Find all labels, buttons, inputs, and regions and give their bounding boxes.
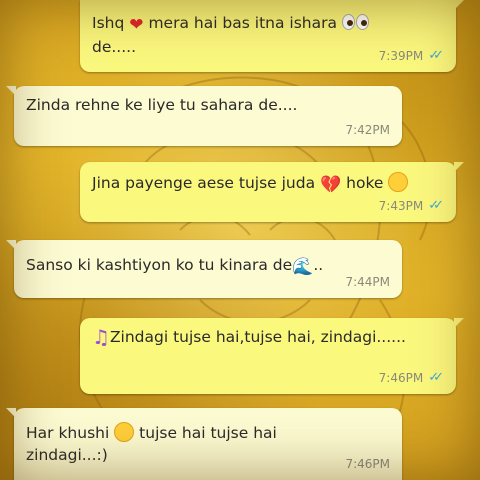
message-text: ♫Zindagi tujse hai,tujse hai, zindagi...… xyxy=(92,325,406,349)
message-text: Har khushi tujse hai tujse hai zindagi..… xyxy=(26,422,277,464)
message-time: 7:43PM xyxy=(378,199,424,213)
musical-notes-icon: ♫ xyxy=(92,325,110,349)
message-text: Sanso ki kashtiyon ko tu kinara de🌊.. xyxy=(26,256,324,277)
message-time: 7:39PM xyxy=(378,49,424,63)
relieved-face-icon xyxy=(114,422,135,442)
message-meta: 7:44PM xyxy=(345,271,390,293)
message-meta: 7:46PM ✓✓ xyxy=(379,367,444,389)
message-text: Jina payenge aese tujse juda 💔 hoke xyxy=(92,172,444,196)
message-bubble-outgoing[interactable]: ♫Zindagi tujse hai,tujse hai, zindagi...… xyxy=(80,318,464,394)
red-heart-icon: ❤ xyxy=(129,15,144,35)
message-time: 7:44PM xyxy=(345,275,390,289)
message-time: 7:42PM xyxy=(345,123,390,137)
message-bubble-outgoing[interactable]: Ishq ❤ mera hai bas itna ishara de..... … xyxy=(80,0,464,72)
message-time: 7:46PM xyxy=(378,371,424,385)
message-bubble-outgoing[interactable]: Jina payenge aese tujse juda 💔 hoke 7:43… xyxy=(80,162,464,222)
message-bubble-incoming[interactable]: Zinda rehne ke liye tu sahara de.... 7:4… xyxy=(6,86,402,146)
eyes-icon xyxy=(341,14,370,36)
message-meta: 7:39PM ✓✓ xyxy=(379,45,444,67)
persevering-face-icon xyxy=(388,172,409,192)
message-time: 7:46PM xyxy=(345,457,390,471)
read-ticks-icon: ✓✓ xyxy=(428,198,444,213)
read-ticks-icon: ✓✓ xyxy=(428,48,444,63)
broken-heart-icon: 💔 xyxy=(320,175,342,195)
message-meta: 7:42PM xyxy=(345,119,390,141)
message-text: Zinda rehne ke liye tu sahara de.... xyxy=(26,96,298,114)
message-meta: 7:43PM ✓✓ xyxy=(379,195,444,217)
water-wave-icon: 🌊 xyxy=(292,257,314,277)
message-bubble-incoming[interactable]: Har khushi tujse hai tujse hai zindagi..… xyxy=(6,408,402,480)
read-ticks-icon: ✓✓ xyxy=(428,370,444,385)
message-bubble-incoming[interactable]: Sanso ki kashtiyon ko tu kinara de🌊.. 7:… xyxy=(6,240,402,298)
message-meta: 7:46PM xyxy=(345,453,390,475)
